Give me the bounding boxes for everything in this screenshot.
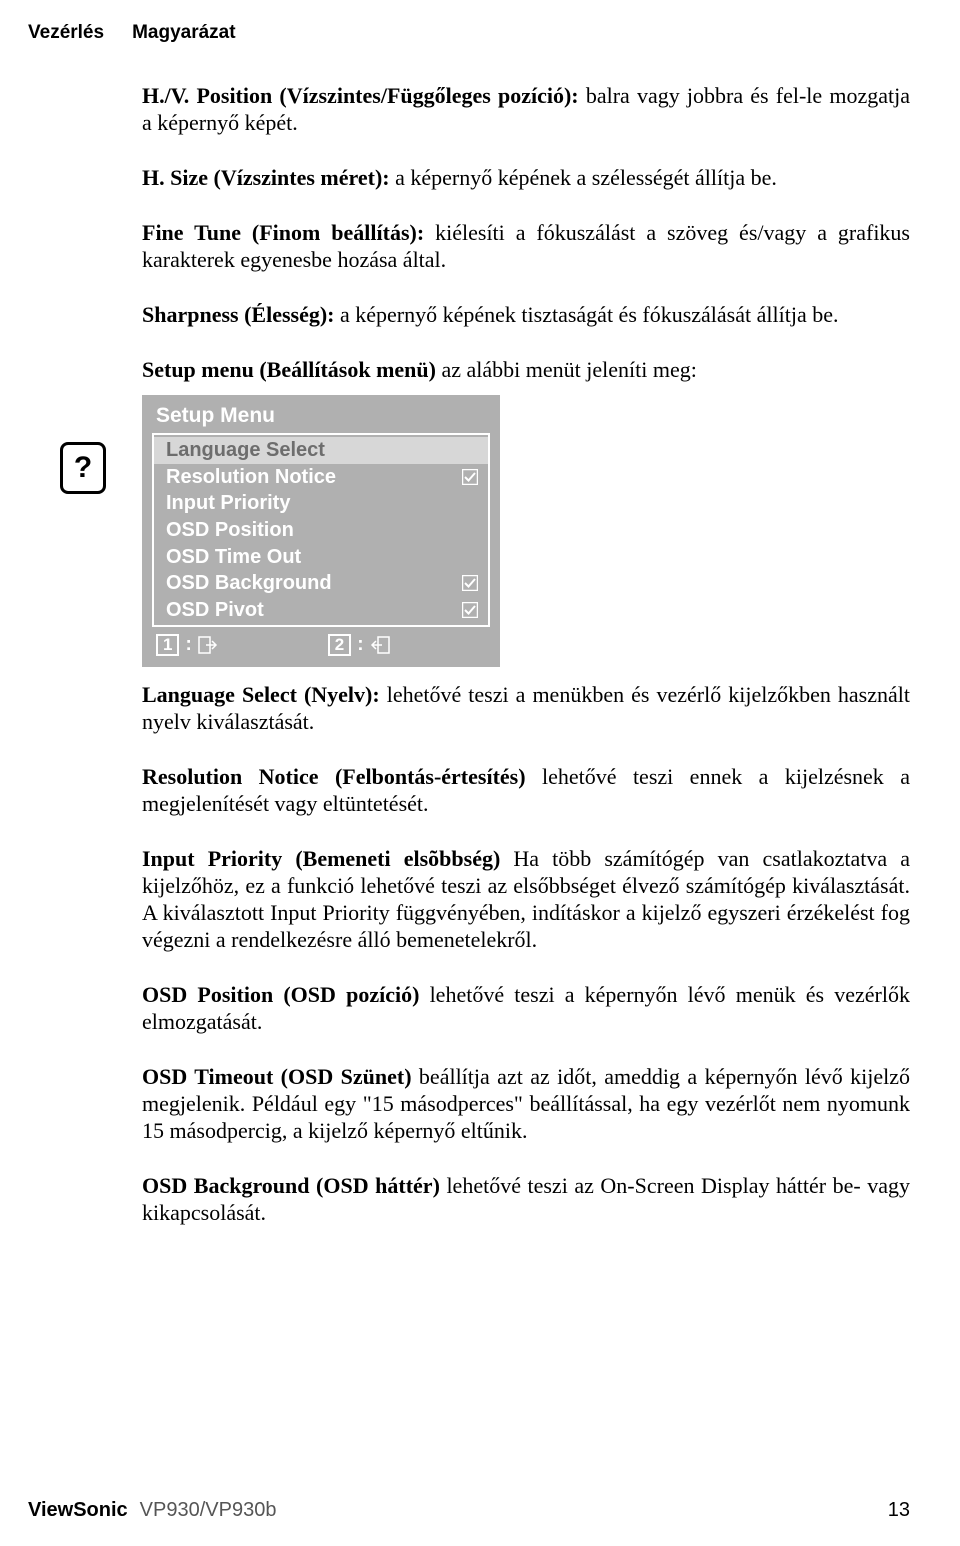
- paragraph-hv-position: H./V. Position (Vízszintes/Függőleges po…: [142, 82, 910, 136]
- osd-item-language-select: Language Select: [154, 437, 488, 464]
- page-footer: ViewSonic VP930/VP930b 13: [28, 1499, 910, 1522]
- osd-item-osd-position: OSD Position: [154, 517, 488, 544]
- enter-icon: [370, 636, 390, 654]
- osd-item-osd-time-out: OSD Time Out: [154, 544, 488, 571]
- exit-icon: [198, 636, 218, 654]
- paragraph-osd-position: OSD Position (OSD pozíció) lehetővé tesz…: [142, 981, 910, 1035]
- header-explanation: Magyarázat: [132, 22, 236, 44]
- footer-brand: ViewSonic: [28, 1499, 128, 1522]
- footer-page-number: 13: [888, 1499, 910, 1522]
- paragraph-osd-timeout: OSD Timeout (OSD Szünet) beállítja azt a…: [142, 1063, 910, 1144]
- osd-foot-2: 2 :: [328, 633, 390, 656]
- osd-setup-menu: Setup Menu Language Select Resolution No…: [142, 395, 500, 666]
- osd-item-resolution-notice: Resolution Notice: [154, 464, 488, 491]
- checkbox-icon: [462, 602, 478, 618]
- osd-item-osd-pivot: OSD Pivot: [154, 597, 488, 624]
- osd-foot-1: 1 :: [156, 633, 218, 656]
- osd-item-list: Language Select Resolution Notice Input …: [152, 433, 490, 627]
- paragraph-language-select: Language Select (Nyelv): lehetővé teszi …: [142, 681, 910, 735]
- paragraph-sharpness: Sharpness (Élesség): a képernyő képének …: [142, 301, 910, 328]
- osd-item-osd-background: OSD Background: [154, 570, 488, 597]
- osd-footer: 1 : 2 :: [156, 633, 490, 656]
- osd-item-input-priority: Input Priority: [154, 490, 488, 517]
- paragraph-osd-background: OSD Background (OSD háttér) lehetővé tes…: [142, 1172, 910, 1226]
- checkbox-icon: [462, 469, 478, 485]
- paragraph-h-size: H. Size (Vízszintes méret): a képernyő k…: [142, 164, 910, 191]
- osd-title: Setup Menu: [156, 403, 490, 429]
- paragraph-input-priority: Input Priority (Bemeneti elsõbbség) Ha t…: [142, 845, 910, 953]
- footer-model: VP930/VP930b: [140, 1499, 277, 1522]
- question-mark-icon: ?: [60, 442, 106, 494]
- paragraph-setup-intro: Setup menu (Beállítások menü) az alábbi …: [142, 356, 910, 383]
- column-headers: Vezérlés Magyarázat: [28, 22, 910, 44]
- checkbox-icon: [462, 575, 478, 591]
- paragraph-resolution-notice: Resolution Notice (Felbontás-értesítés) …: [142, 763, 910, 817]
- body-content: H./V. Position (Vízszintes/Függőleges po…: [142, 82, 910, 1226]
- header-control: Vezérlés: [28, 22, 104, 44]
- paragraph-fine-tune: Fine Tune (Finom beállítás): kiélesíti a…: [142, 219, 910, 273]
